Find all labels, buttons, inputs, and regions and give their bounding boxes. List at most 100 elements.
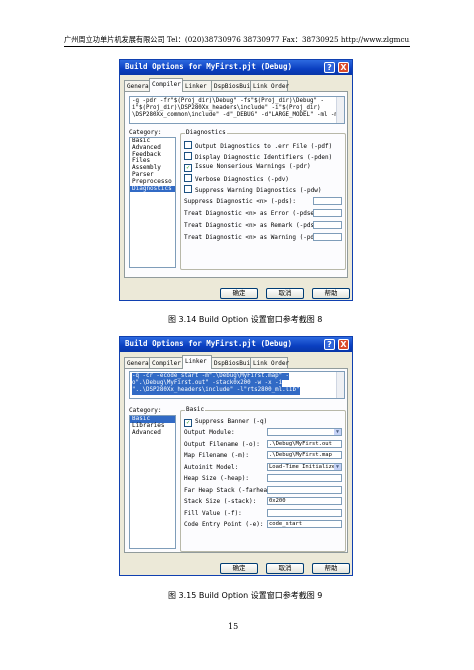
linker-options-textbox[interactable]: -q -cr -ecode_start -m".\Debug\MyFirst.m… bbox=[129, 371, 345, 399]
linker-field-label: Output Filename (-o): bbox=[184, 440, 260, 448]
field-value: .\Debug\MyFirst.out bbox=[269, 440, 332, 447]
page-number: 15 bbox=[228, 622, 239, 631]
category-list[interactable]: Basic Libraries Advanced bbox=[129, 415, 176, 549]
category-item[interactable]: Diagnostics bbox=[130, 185, 175, 193]
diagnostic-checkbox[interactable]: ✓ Issue Nonserious Warnings (-pdr) bbox=[184, 163, 311, 172]
options-line: o".\Debug\MyFirst.out" -stack0x200 -w -x… bbox=[132, 380, 283, 388]
field-value: Load-Time Initialize bbox=[269, 463, 336, 470]
diagnostic-number-input[interactable] bbox=[313, 233, 342, 241]
diagnostic-checkbox[interactable]: Output Diagnostics to .err File (-pdf) bbox=[184, 141, 332, 150]
cancel-button[interactable]: 取消 bbox=[266, 288, 304, 299]
category-list[interactable]: Basic Advanced Feedback Files Assembly Parser… bbox=[129, 137, 176, 268]
tab-dspbiosbuilder[interactable]: DspBiosBuilder bbox=[211, 80, 265, 91]
checkbox-box[interactable] bbox=[184, 152, 192, 160]
field-value: .\Debug\MyFirst.map bbox=[269, 452, 332, 458]
tab-link-order[interactable]: Link Order bbox=[250, 357, 289, 368]
tab-compiler[interactable]: Compiler bbox=[149, 357, 183, 368]
diagnostic-checkbox[interactable]: Suppress Warning Diagnostics (-pdw) bbox=[184, 185, 321, 194]
checkbox-label: Verbose Diagnostics (-pdv) bbox=[195, 176, 289, 183]
linker-input[interactable] bbox=[267, 474, 342, 482]
checkbox-label: Suppress Banner (-q) bbox=[195, 418, 268, 425]
chevron-down-icon[interactable]: ▼ bbox=[334, 429, 341, 435]
help-title-button[interactable]: ? bbox=[324, 339, 335, 350]
window-title: Build Options for MyFirst.pjt (Debug) bbox=[125, 339, 293, 348]
linker-combo[interactable]: ▼ bbox=[267, 428, 342, 436]
checkbox-box[interactable] bbox=[184, 141, 192, 149]
tab-panel: -g -pdr -fr"$(Proj_dir)\Debug" -fs"$(Pro… bbox=[124, 91, 348, 278]
diagnostic-field-label: Treat Diagnostic <n> as Error (-pdse): bbox=[184, 210, 322, 217]
linker-input[interactable]: .\Debug\MyFirst.map bbox=[267, 451, 342, 459]
checkbox-box[interactable]: ✓ bbox=[184, 419, 192, 427]
tab-linker[interactable]: Linker bbox=[182, 355, 212, 369]
header-rule bbox=[64, 46, 410, 47]
checkbox-box[interactable] bbox=[184, 185, 192, 193]
linker-field-label: Stack Size (-stack): bbox=[184, 498, 257, 505]
diagnostic-field-label: Treat Diagnostic <n> as Warning (-pdsw): bbox=[184, 234, 329, 241]
close-button[interactable]: X bbox=[338, 62, 349, 73]
linker-combo[interactable]: Load-Time Initialize ▼ bbox=[267, 462, 342, 471]
category-label: Category: bbox=[129, 407, 162, 414]
diagnostics-group: Diagnostics Output Diagnostics to .err F… bbox=[180, 129, 346, 270]
options-line: \DSP280Xx_common\include" -d"_DEBUG" -d"… bbox=[132, 112, 342, 119]
figure-caption-3-14: 图 3.14 Build Option 设置窗口参考截图 8 bbox=[168, 315, 323, 324]
page-header: 广州周立功单片机发展有限公司 Tel：(020)38730976 3873097… bbox=[64, 35, 410, 44]
linker-field-label: Heap Size (-heap): bbox=[184, 475, 250, 482]
linker-input[interactable]: .\Debug\MyFirst.out bbox=[267, 439, 342, 448]
linker-input[interactable] bbox=[267, 508, 342, 517]
options-line: -q -cr -ecode_start -m".\Debug\MyFirst.m… bbox=[132, 373, 290, 381]
window-title: Build Options for MyFirst.pjt (Debug) bbox=[125, 62, 293, 71]
tab-general[interactable]: General bbox=[124, 80, 152, 91]
linker-field-label: Map Filename (-m): bbox=[184, 452, 250, 459]
linker-field-label: Code Entry Point (-e): bbox=[184, 521, 264, 528]
tab-panel: -q -cr -ecode_start -m".\Debug\MyFirst.m… bbox=[124, 368, 348, 553]
help-button[interactable]: 帮助 bbox=[312, 288, 350, 299]
diagnostic-number-input[interactable] bbox=[313, 209, 342, 217]
diagnostic-checkbox[interactable]: Verbose Diagnostics (-pdv) bbox=[184, 174, 289, 183]
options-line: "..\DSP280Xx_headers\include" -l"rts2800… bbox=[132, 387, 300, 395]
title-bar[interactable]: Build Options for MyFirst.pjt (Debug) ? … bbox=[120, 337, 352, 352]
suppress-banner-checkbox[interactable]: ✓ Suppress Banner (-q) bbox=[184, 418, 267, 427]
compiler-options-textbox[interactable]: -g -pdr -fr"$(Proj_dir)\Debug" -fs"$(Pro… bbox=[129, 96, 345, 124]
tab-general[interactable]: General bbox=[124, 357, 152, 368]
options-line: i"$(Proj_dir)\DSP280Xx_headers\include" … bbox=[132, 105, 321, 112]
options-line: -g -pdr -fr"$(Proj_dir)\Debug" -fs"$(Pro… bbox=[132, 98, 324, 104]
cancel-button[interactable]: 取消 bbox=[266, 563, 304, 574]
build-options-dialog-compiler: Build Options for MyFirst.pjt (Debug) ? … bbox=[119, 59, 353, 301]
field-value: code_start bbox=[269, 521, 303, 527]
checkbox-label: Display Diagnostic Identifiers (-pden) bbox=[195, 154, 333, 161]
linker-input[interactable]: code_start bbox=[267, 520, 342, 528]
figure-caption-3-15: 图 3.15 Build Option 设置窗口参考截图 9 bbox=[168, 591, 323, 600]
ok-button[interactable]: 确定 bbox=[220, 288, 258, 299]
category-label: Category: bbox=[129, 129, 162, 136]
checkbox-box[interactable] bbox=[184, 174, 192, 182]
tab-dspbiosbuilder[interactable]: DspBiosBuilder bbox=[211, 357, 265, 368]
basic-group: Basic ✓ Suppress Banner (-q) Output Modul… bbox=[180, 406, 346, 552]
group-title: Diagnostics bbox=[185, 129, 227, 136]
diagnostic-number-input[interactable] bbox=[313, 197, 342, 205]
category-item[interactable]: Advanced bbox=[130, 429, 175, 437]
checkbox-box[interactable]: ✓ bbox=[184, 164, 192, 172]
options-scrollbar[interactable] bbox=[336, 97, 344, 123]
linker-input[interactable] bbox=[267, 485, 342, 494]
options-scrollbar[interactable] bbox=[336, 372, 344, 398]
tab-linker[interactable]: Linker bbox=[182, 80, 212, 91]
diagnostic-checkbox[interactable]: Display Diagnostic Identifiers (-pden) bbox=[184, 152, 332, 161]
diagnostic-number-input[interactable] bbox=[313, 221, 342, 229]
build-options-dialog-linker: Build Options for MyFirst.pjt (Debug) ? … bbox=[119, 336, 353, 576]
diagnostic-field-label: Suppress Diagnostic <n> (-pds): bbox=[184, 198, 296, 205]
help-title-button[interactable]: ? bbox=[324, 62, 335, 73]
checkbox-label: Issue Nonserious Warnings (-pdr) bbox=[195, 163, 311, 170]
tab-compiler[interactable]: Compiler bbox=[149, 78, 183, 92]
checkbox-label: Suppress Warning Diagnostics (-pdw) bbox=[195, 187, 322, 194]
title-bar[interactable]: Build Options for MyFirst.pjt (Debug) ? … bbox=[120, 60, 352, 75]
ok-button[interactable]: 确定 bbox=[220, 563, 258, 574]
diagnostic-field-label: Treat Diagnostic <n> as Remark (-pdsr): bbox=[184, 222, 325, 229]
linker-field-label: Autoinit Model: bbox=[184, 463, 239, 471]
tab-link-order[interactable]: Link Order bbox=[250, 80, 289, 91]
field-value: 0x200 bbox=[269, 498, 286, 504]
chevron-down-icon[interactable]: ▼ bbox=[334, 463, 341, 470]
checkbox-label: Output Diagnostics to .err File (-pdf) bbox=[195, 143, 333, 150]
close-button[interactable]: X bbox=[338, 339, 349, 350]
help-button[interactable]: 帮助 bbox=[312, 563, 350, 574]
linker-input[interactable]: 0x200 bbox=[267, 497, 342, 505]
